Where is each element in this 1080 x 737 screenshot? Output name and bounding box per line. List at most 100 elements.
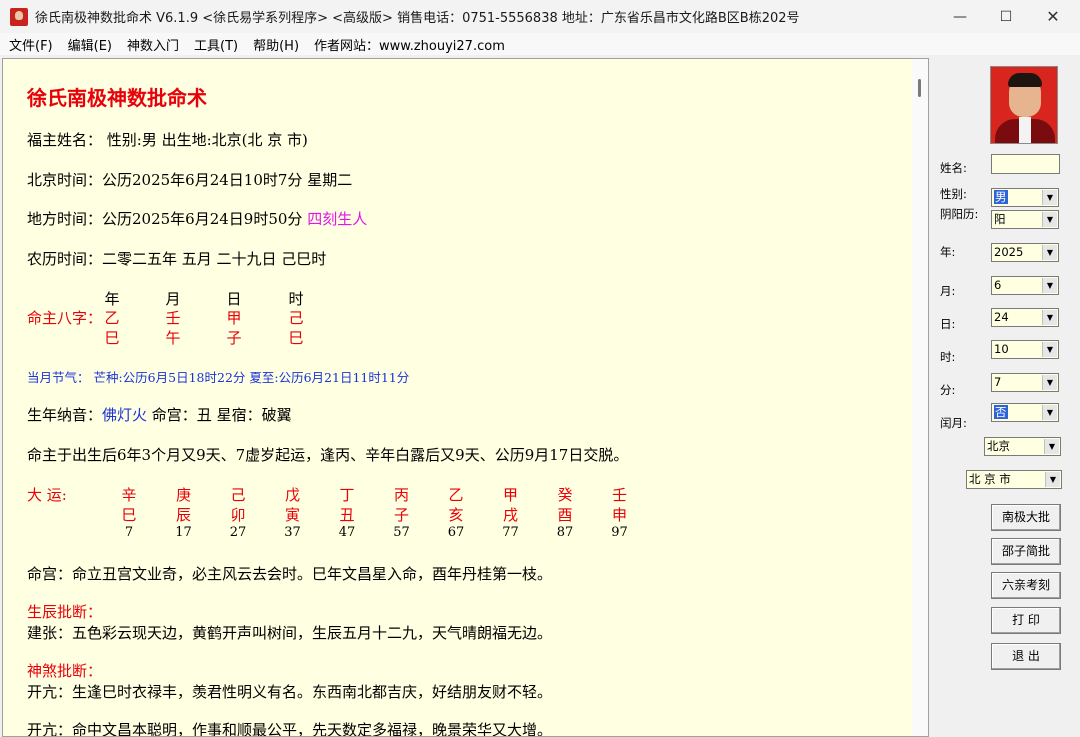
close-button[interactable]: ✕ (1030, 0, 1076, 33)
dayun-age: 17 (175, 525, 192, 540)
chevron-down-icon[interactable]: ▼ (1042, 405, 1057, 420)
bazi-stem-hour: 己 (288, 309, 304, 327)
dayun-stem: 戊 (284, 486, 300, 504)
report-heading: 徐氏南极神数批命术 (27, 86, 207, 110)
dayun-stem: 辛 (121, 486, 137, 504)
shengchen-title: 生辰批断： (27, 603, 103, 621)
dayun-stem: 乙 (448, 486, 464, 504)
province-value: 北京 (987, 439, 1010, 453)
chevron-down-icon[interactable]: ▼ (1042, 310, 1057, 325)
window-title: 徐氏南极神数批命术 V6.1.9 <徐氏易学系列程序> <高级版> 销售电话：0… (35, 11, 800, 26)
year-label: 年: (940, 245, 956, 259)
minimize-button[interactable]: — (937, 0, 983, 33)
dayun-branch: 申 (611, 506, 627, 524)
chevron-down-icon[interactable]: ▼ (1042, 375, 1057, 390)
title-bar: 徐氏南极神数批命术 V6.1.9 <徐氏易学系列程序> <高级版> 销售电话：0… (0, 0, 1080, 33)
chevron-down-icon[interactable]: ▼ (1042, 190, 1057, 205)
day-value: 24 (994, 310, 1009, 324)
bazi-header-year: 年 (104, 290, 120, 308)
month-value: 6 (994, 278, 1002, 292)
bazi-stem-year: 乙 (104, 309, 120, 327)
photo-hair (1008, 73, 1042, 87)
gender-label: 性别: (940, 187, 967, 201)
dayun-branch: 辰 (175, 506, 191, 524)
exit-button[interactable]: 退 出 (991, 643, 1061, 670)
shensha-title: 神煞批断： (27, 662, 103, 680)
dayun-label: 大 运: (27, 486, 67, 504)
menu-author-website[interactable]: 作者网站：www.zhouyi27.com (314, 35, 505, 54)
dayun-age: 97 (611, 525, 628, 540)
dayun-age: 87 (556, 525, 574, 540)
dayun-stem: 己 (230, 486, 246, 504)
chevron-down-icon[interactable]: ▼ (1044, 439, 1059, 454)
menu-intro[interactable]: 神数入门 (127, 35, 179, 54)
shaozi-brief-button[interactable]: 邵子简批 (991, 538, 1061, 565)
shengchen-text: 建张：五色彩云现天边，黄鹤开声叫树间，生辰五月十二九，天气晴朗福无边。 (27, 624, 553, 642)
bazi-stem-day: 甲 (226, 309, 242, 327)
local-time-text: 地方时间：公历2025年6月24日9时50分 (27, 210, 303, 228)
chevron-down-icon[interactable]: ▼ (1042, 278, 1057, 293)
minggong-line: 命宫：命立丑宫文业奇，必主风云去会时。巳年文昌星入命，酉年丹桂第一枝。 (27, 565, 553, 583)
chevron-down-icon[interactable]: ▼ (1042, 212, 1057, 227)
print-button[interactable]: 打 印 (991, 607, 1061, 634)
menu-help[interactable]: 帮助(H) (253, 35, 299, 54)
liuqin-button[interactable]: 六亲考刻 (991, 572, 1061, 599)
menu-file[interactable]: 文件(F) (9, 35, 53, 54)
nayin-suffix: 命宫：丑 星宿：破翼 (147, 406, 292, 424)
month-label: 月: (940, 284, 956, 298)
dayun-branch: 丑 (339, 506, 355, 524)
app-icon (10, 7, 28, 26)
chevron-down-icon[interactable]: ▼ (1045, 472, 1060, 487)
maximize-button[interactable]: ☐ (983, 0, 1029, 33)
bazi-label: 命主八字： (27, 309, 103, 327)
author-photo (990, 66, 1058, 144)
city-select[interactable]: 北 京 市 ▼ (966, 470, 1062, 489)
year-select[interactable]: 2025 ▼ (991, 243, 1059, 262)
solar-terms-line: 当月节气： 芒种:公历6月5日18时22分 夏至:公历6月21日11时11分 (27, 370, 410, 385)
leap-month-label: 闰月: (940, 416, 967, 430)
chevron-down-icon[interactable]: ▼ (1042, 342, 1057, 357)
dayun-stem: 丁 (339, 486, 355, 504)
bazi-header-hour: 时 (288, 290, 304, 308)
lunar-time-line: 农历时间：二零二五年 五月 二十九日 己巳时 (27, 250, 327, 268)
local-time-tag: 四刻生人 (307, 210, 368, 228)
dayun-branch: 巳 (121, 506, 137, 524)
bazi-branch-year: 巳 (104, 329, 120, 347)
leap-month-select[interactable]: 否 ▼ (991, 403, 1059, 422)
name-input[interactable] (991, 154, 1060, 174)
dayun-stem: 丙 (393, 486, 409, 504)
day-select[interactable]: 24 ▼ (991, 308, 1059, 327)
bazi-header-day: 日 (226, 290, 242, 308)
minute-value: 7 (994, 375, 1002, 389)
dayun-age: 27 (229, 525, 247, 540)
dayun-branch: 戌 (502, 506, 518, 524)
calendar-label: 阴阳历: (940, 207, 979, 221)
dayun-branch: 子 (393, 506, 409, 524)
minute-select[interactable]: 7 ▼ (991, 373, 1059, 392)
nayin-label: 生年纳音： (27, 406, 103, 424)
menu-edit[interactable]: 编辑(E) (68, 35, 112, 54)
calendar-value: 阳 (994, 212, 1006, 226)
client-info-line: 福主姓名： 性别:男 出生地:北京(北 京 市) (27, 131, 308, 149)
local-time-line: 地方时间：公历2025年6月24日9时50分 四刻生人 (27, 208, 367, 229)
chevron-down-icon[interactable]: ▼ (1042, 245, 1057, 260)
nanji-batch-button[interactable]: 南极大批 (991, 504, 1061, 531)
scroll-thumb[interactable] (918, 79, 921, 97)
calendar-select[interactable]: 阳 ▼ (991, 210, 1059, 229)
dayun-age: 37 (284, 525, 301, 540)
day-label: 日: (940, 317, 956, 331)
month-select[interactable]: 6 ▼ (991, 276, 1059, 295)
leap-month-value: 否 (994, 405, 1008, 419)
province-select[interactable]: 北京 ▼ (984, 437, 1061, 456)
nayin-line: 生年纳音：佛灯火 命宫：丑 星宿：破翼 (27, 404, 292, 425)
city-value: 北 京 市 (969, 472, 1011, 486)
dayun-stem: 壬 (611, 486, 627, 504)
dayun-age: 77 (502, 525, 519, 540)
bazi-branch-hour: 巳 (288, 329, 304, 347)
vertical-scrollbar[interactable] (912, 59, 928, 736)
report-panel[interactable]: 徐氏南极神数批命术 福主姓名： 性别:男 出生地:北京(北 京 市) 北京时间：… (2, 58, 929, 737)
hour-select[interactable]: 10 ▼ (991, 340, 1059, 359)
menu-tools[interactable]: 工具(T) (194, 35, 238, 54)
gender-select[interactable]: 男 ▼ (991, 188, 1059, 207)
bazi-stem-month: 壬 (165, 309, 181, 327)
